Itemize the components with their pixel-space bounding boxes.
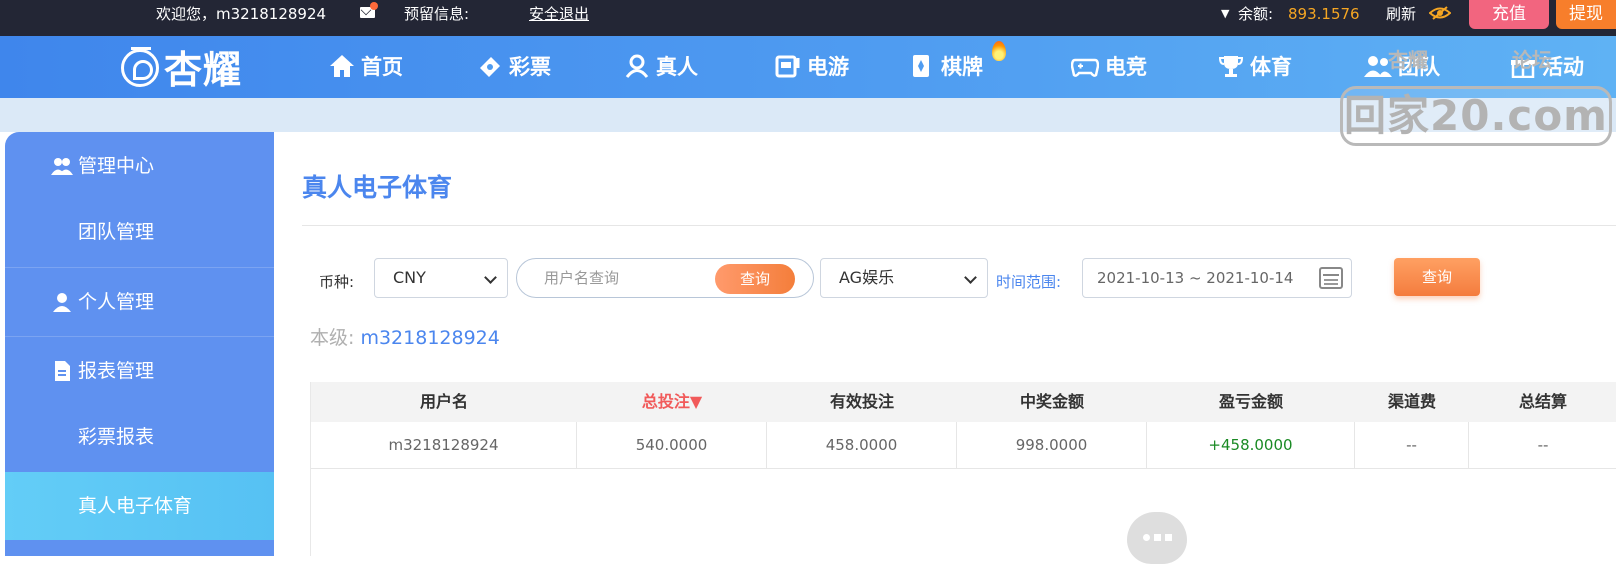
sidebar-item-label: 个人管理 (78, 291, 155, 313)
level-row: 本级: m3218128924 (310, 324, 500, 352)
withdraw-button[interactable]: 提现 (1556, 0, 1616, 29)
balance-label: 余额: (1238, 5, 1274, 23)
platform-value: AG娱乐 (839, 268, 895, 287)
time-range-label: 时间范围: (996, 273, 1062, 291)
nav-item-label: 电竞 (1105, 55, 1147, 79)
watermark-glyph: 杏耀 (1388, 48, 1428, 72)
sidebar-item-label: 彩票报表 (78, 426, 155, 448)
nav-item-slots[interactable]: 电游 (775, 49, 849, 85)
query-button[interactable]: 查询 (1394, 258, 1480, 296)
watermark-glyph: 论坛 (1512, 48, 1552, 72)
currency-select[interactable]: CNY (374, 258, 508, 298)
nav-item-label: 真人 (656, 55, 698, 79)
nav-item-live[interactable]: 真人 (624, 49, 698, 85)
cell-total-settlement: -- (1537, 436, 1549, 454)
level-label: 本级: (310, 327, 355, 349)
cell-channel-fee: -- (1355, 422, 1469, 469)
cell-profit-loss: +458.0000 (1147, 422, 1355, 469)
nav-item-label: 棋牌 (941, 55, 983, 79)
logo-mark (121, 49, 159, 87)
trophy-icon (1218, 56, 1244, 77)
gamepad-icon (1070, 58, 1100, 77)
col-channel-fee[interactable]: 渠道费 (1355, 382, 1469, 422)
nav-item-lottery[interactable]: 彩票 (477, 49, 551, 85)
logout-link[interactable]: 安全退出 (529, 0, 589, 28)
nav-item-esports[interactable]: 电竞 (1070, 49, 1147, 85)
page-title: 真人电子体育 (302, 173, 453, 202)
balance-value: 893.1576 (1288, 5, 1360, 23)
refresh-link[interactable]: 刷新 (1386, 0, 1416, 28)
report-table: 用户名 总投注▼ 有效投注 中奖金额 盈亏金额 渠道费 总结算 m3218128… (310, 382, 1616, 564)
sidebar: 管理中心 团队管理 个人管理 报表管理 彩票报表 真人电子体育 (5, 132, 274, 556)
chevron-down-icon[interactable]: ▼ (1221, 0, 1229, 28)
logo-text: 杏耀 (164, 48, 243, 92)
calendar-icon[interactable] (1319, 267, 1343, 289)
col-total-settlement[interactable]: 总结算 (1469, 382, 1616, 422)
search-button[interactable]: 查询 (715, 264, 795, 294)
currency-value: CNY (393, 268, 426, 287)
search-input[interactable]: 用户名查询 (544, 259, 619, 297)
sidebar-item-label: 真人电子体育 (78, 495, 193, 517)
cards-icon (913, 55, 929, 77)
sidebar-item-label: 团队管理 (78, 221, 155, 243)
home-icon (330, 55, 354, 77)
platform-select[interactable]: AG娱乐 (820, 258, 988, 298)
brand-logo[interactable]: 杏耀 (118, 40, 268, 94)
notification-dot (370, 2, 378, 10)
reserved-info-label: 预留信息: (404, 5, 470, 23)
chat-bubble-icon[interactable] (1127, 512, 1187, 564)
recharge-button[interactable]: 充值 (1469, 0, 1549, 29)
table-header: 用户名 总投注▼ 有效投注 中奖金额 盈亏金额 渠道费 总结算 (311, 382, 1616, 422)
nav-item-sports[interactable]: 体育 (1218, 49, 1292, 85)
top-bar: 欢迎您，m3218128924 预留信息: 安全退出 ▼ 余额: 893.157… (0, 0, 1616, 36)
report-icon (55, 361, 70, 381)
divider (302, 225, 1616, 226)
nav-item-home[interactable]: 首页 (329, 49, 403, 85)
nav-item-label: 体育 (1250, 55, 1292, 79)
cell-username: m3218128924 (311, 422, 577, 469)
date-range-input[interactable]: 2021-10-13 ~ 2021-10-14 (1082, 258, 1352, 298)
slot-machine-icon (775, 55, 800, 78)
cell-valid-bet: 458.0000 (767, 422, 957, 469)
cell-total-bet: 540.0000 (577, 422, 767, 469)
welcome-text: 欢迎您，m3218128924 (156, 5, 327, 23)
team-icon (51, 158, 73, 175)
nav-item-label: 彩票 (509, 55, 551, 79)
main-content: 真人电子体育 币种: CNY 用户名查询 查询 AG娱乐 时间范围: 2021-… (274, 132, 1616, 564)
hot-flame-icon (992, 41, 1006, 61)
table-row: m3218128924 540.0000 458.0000 998.0000 +… (311, 422, 1616, 469)
sidebar-item-label: 报表管理 (78, 360, 155, 382)
col-win-amount[interactable]: 中奖金额 (957, 382, 1147, 422)
sidebar-item-team-management[interactable]: 团队管理 (5, 198, 274, 266)
col-profit-loss[interactable]: 盈亏金额 (1147, 382, 1355, 422)
nav-item-cards[interactable]: 棋牌 (909, 49, 983, 85)
user-icon (53, 293, 71, 312)
col-username: 用户名 (419, 392, 468, 411)
eye-slash-icon[interactable] (1429, 6, 1451, 20)
col-valid-bet[interactable]: 有效投注 (767, 382, 957, 422)
sidebar-item-personal-management[interactable]: 个人管理 (5, 268, 274, 336)
nav-item-label: 首页 (361, 55, 403, 79)
sidebar-item-live-electronic-sports[interactable]: 真人电子体育 (5, 472, 274, 540)
live-dealer-icon (625, 54, 649, 78)
level-value[interactable]: m3218128924 (360, 327, 499, 349)
sidebar-item-lottery-report[interactable]: 彩票报表 (5, 403, 274, 471)
cell-win-amount: 998.0000 (957, 422, 1147, 469)
chevron-down-icon (484, 271, 497, 284)
chevron-down-icon (964, 271, 977, 284)
col-total-bet[interactable]: 总投注▼ (577, 382, 767, 422)
nav-item-label: 电游 (807, 55, 849, 79)
sidebar-item-report-management[interactable]: 报表管理 (5, 337, 274, 405)
username-search: 用户名查询 查询 (516, 258, 814, 298)
sidebar-item-management-center[interactable]: 管理中心 (5, 132, 274, 200)
ticket-icon (480, 57, 500, 77)
date-range-value: 2021-10-13 ~ 2021-10-14 (1097, 269, 1294, 287)
currency-label: 币种: (319, 273, 355, 291)
sidebar-item-label: 管理中心 (78, 155, 155, 177)
watermark-logo: 回家20.com (1340, 86, 1612, 146)
